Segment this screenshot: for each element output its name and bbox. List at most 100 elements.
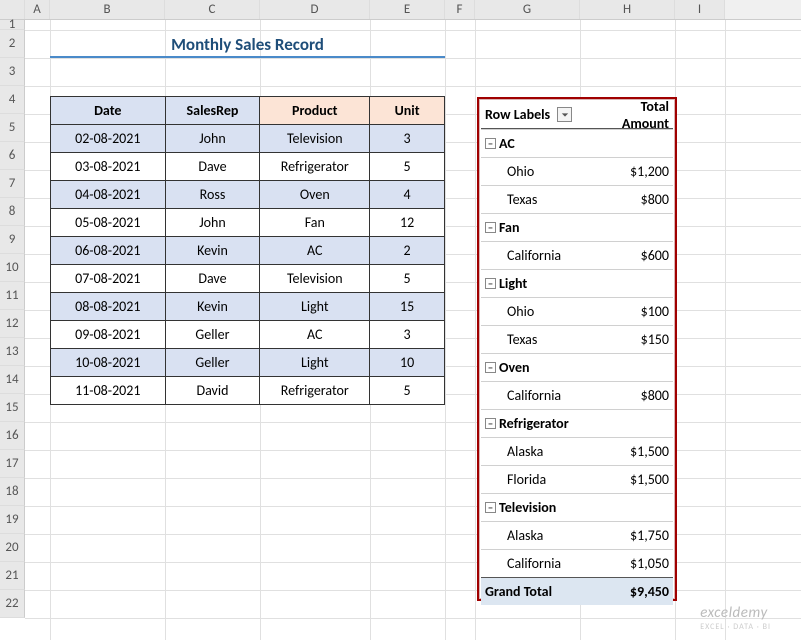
cell[interactable]: David <box>165 377 260 405</box>
pivot-group-row[interactable]: −Oven <box>481 353 673 381</box>
row-header-2[interactable]: 2 <box>0 30 25 58</box>
cell[interactable]: Television <box>260 265 370 293</box>
cell[interactable]: AC <box>260 237 370 265</box>
row-header-19[interactable]: 19 <box>0 506 25 534</box>
table-row[interactable]: 03-08-2021DaveRefrigerator5 <box>51 153 445 181</box>
col-header-H[interactable]: H <box>580 0 675 19</box>
cell[interactable]: Dave <box>165 153 260 181</box>
cell[interactable]: Fan <box>260 209 370 237</box>
grid-area[interactable]: Monthly Sales Record Date SalesRep Produ… <box>25 20 801 640</box>
cell[interactable]: Refrigerator <box>260 377 370 405</box>
table-row[interactable]: 04-08-2021RossOven4 <box>51 181 445 209</box>
row-header-11[interactable]: 11 <box>0 282 25 310</box>
row-header-20[interactable]: 20 <box>0 534 25 562</box>
row-header-12[interactable]: 12 <box>0 310 25 338</box>
pivot-item-row[interactable]: Ohio$1,200 <box>481 157 673 185</box>
cell[interactable]: Light <box>260 349 370 377</box>
cell[interactable]: 3 <box>370 321 445 349</box>
collapse-icon[interactable]: − <box>485 502 496 513</box>
cell[interactable]: 4 <box>370 181 445 209</box>
collapse-icon[interactable]: − <box>485 418 496 429</box>
cell[interactable]: Ross <box>165 181 260 209</box>
cell[interactable]: John <box>165 125 260 153</box>
filter-dropdown-icon[interactable] <box>557 107 572 122</box>
col-header-B[interactable]: B <box>50 0 165 19</box>
cell[interactable]: 5 <box>370 377 445 405</box>
row-header-8[interactable]: 8 <box>0 198 25 226</box>
col-unit[interactable]: Unit <box>370 97 445 125</box>
row-header-1[interactable]: 1 <box>0 20 25 30</box>
col-header-F[interactable]: F <box>445 0 475 19</box>
table-row[interactable]: 05-08-2021JohnFan12 <box>51 209 445 237</box>
collapse-icon[interactable]: − <box>485 362 496 373</box>
pivot-item-row[interactable]: Texas$150 <box>481 325 673 353</box>
collapse-icon[interactable]: − <box>485 278 496 289</box>
cell[interactable]: Oven <box>260 181 370 209</box>
cell[interactable]: 12 <box>370 209 445 237</box>
pivot-grand-row[interactable]: Grand Total$9,450 <box>481 577 673 605</box>
row-header-16[interactable]: 16 <box>0 422 25 450</box>
cell[interactable]: Kevin <box>165 237 260 265</box>
row-header-18[interactable]: 18 <box>0 478 25 506</box>
pivot-item-row[interactable]: California$1,050 <box>481 549 673 577</box>
pivot-item-row[interactable]: Alaska$1,750 <box>481 521 673 549</box>
pivot-header-row[interactable]: Row LabelsTotal Amount <box>481 101 673 129</box>
row-header-22[interactable]: 22 <box>0 590 25 618</box>
cell[interactable]: 10 <box>370 349 445 377</box>
table-row[interactable]: 02-08-2021JohnTelevision3 <box>51 125 445 153</box>
cell[interactable]: 08-08-2021 <box>51 293 166 321</box>
row-header-15[interactable]: 15 <box>0 394 25 422</box>
row-header-21[interactable]: 21 <box>0 562 25 590</box>
row-header-13[interactable]: 13 <box>0 338 25 366</box>
row-header-7[interactable]: 7 <box>0 170 25 198</box>
pivot-item-row[interactable]: Ohio$100 <box>481 297 673 325</box>
cell[interactable]: Television <box>260 125 370 153</box>
pivot-item-row[interactable]: California$800 <box>481 381 673 409</box>
cell[interactable]: AC <box>260 321 370 349</box>
cell[interactable]: 09-08-2021 <box>51 321 166 349</box>
pivot-item-row[interactable]: Alaska$1,500 <box>481 437 673 465</box>
row-header-14[interactable]: 14 <box>0 366 25 394</box>
cell[interactable]: Refrigerator <box>260 153 370 181</box>
table-row[interactable]: 10-08-2021GellerLight10 <box>51 349 445 377</box>
table-row[interactable]: 06-08-2021KevinAC2 <box>51 237 445 265</box>
cell[interactable]: 15 <box>370 293 445 321</box>
cell[interactable]: 10-08-2021 <box>51 349 166 377</box>
cell[interactable]: 11-08-2021 <box>51 377 166 405</box>
cell[interactable]: Kevin <box>165 293 260 321</box>
col-product[interactable]: Product <box>260 97 370 125</box>
col-salesrep[interactable]: SalesRep <box>165 97 260 125</box>
col-header-G[interactable]: G <box>475 0 580 19</box>
cell[interactable]: 07-08-2021 <box>51 265 166 293</box>
cell[interactable]: 05-08-2021 <box>51 209 166 237</box>
table-row[interactable]: 08-08-2021KevinLight15 <box>51 293 445 321</box>
cell[interactable]: 3 <box>370 125 445 153</box>
pivot-group-row[interactable]: −Light <box>481 269 673 297</box>
table-row[interactable]: 09-08-2021GellerAC3 <box>51 321 445 349</box>
cell[interactable]: 06-08-2021 <box>51 237 166 265</box>
row-header-6[interactable]: 6 <box>0 142 25 170</box>
table-row[interactable]: 07-08-2021DaveTelevision5 <box>51 265 445 293</box>
row-header-17[interactable]: 17 <box>0 450 25 478</box>
cell[interactable]: 5 <box>370 265 445 293</box>
col-header-A[interactable]: A <box>25 0 50 19</box>
row-header-5[interactable]: 5 <box>0 114 25 142</box>
pivot-group-row[interactable]: −Television <box>481 493 673 521</box>
cell[interactable]: 5 <box>370 153 445 181</box>
cell[interactable]: Geller <box>165 349 260 377</box>
row-header-10[interactable]: 10 <box>0 254 25 282</box>
col-date[interactable]: Date <box>51 97 166 125</box>
cell[interactable]: Light <box>260 293 370 321</box>
pivot-group-row[interactable]: −Fan <box>481 213 673 241</box>
collapse-icon[interactable]: − <box>485 222 496 233</box>
row-header-9[interactable]: 9 <box>0 226 25 254</box>
cell[interactable]: John <box>165 209 260 237</box>
cell[interactable]: 2 <box>370 237 445 265</box>
col-header-I[interactable]: I <box>675 0 725 19</box>
collapse-icon[interactable]: − <box>485 138 496 149</box>
pivot-group-row[interactable]: −AC <box>481 129 673 157</box>
pivot-group-row[interactable]: −Refrigerator <box>481 409 673 437</box>
col-header-E[interactable]: E <box>370 0 445 19</box>
cell[interactable]: 03-08-2021 <box>51 153 166 181</box>
table-row[interactable]: 11-08-2021DavidRefrigerator5 <box>51 377 445 405</box>
